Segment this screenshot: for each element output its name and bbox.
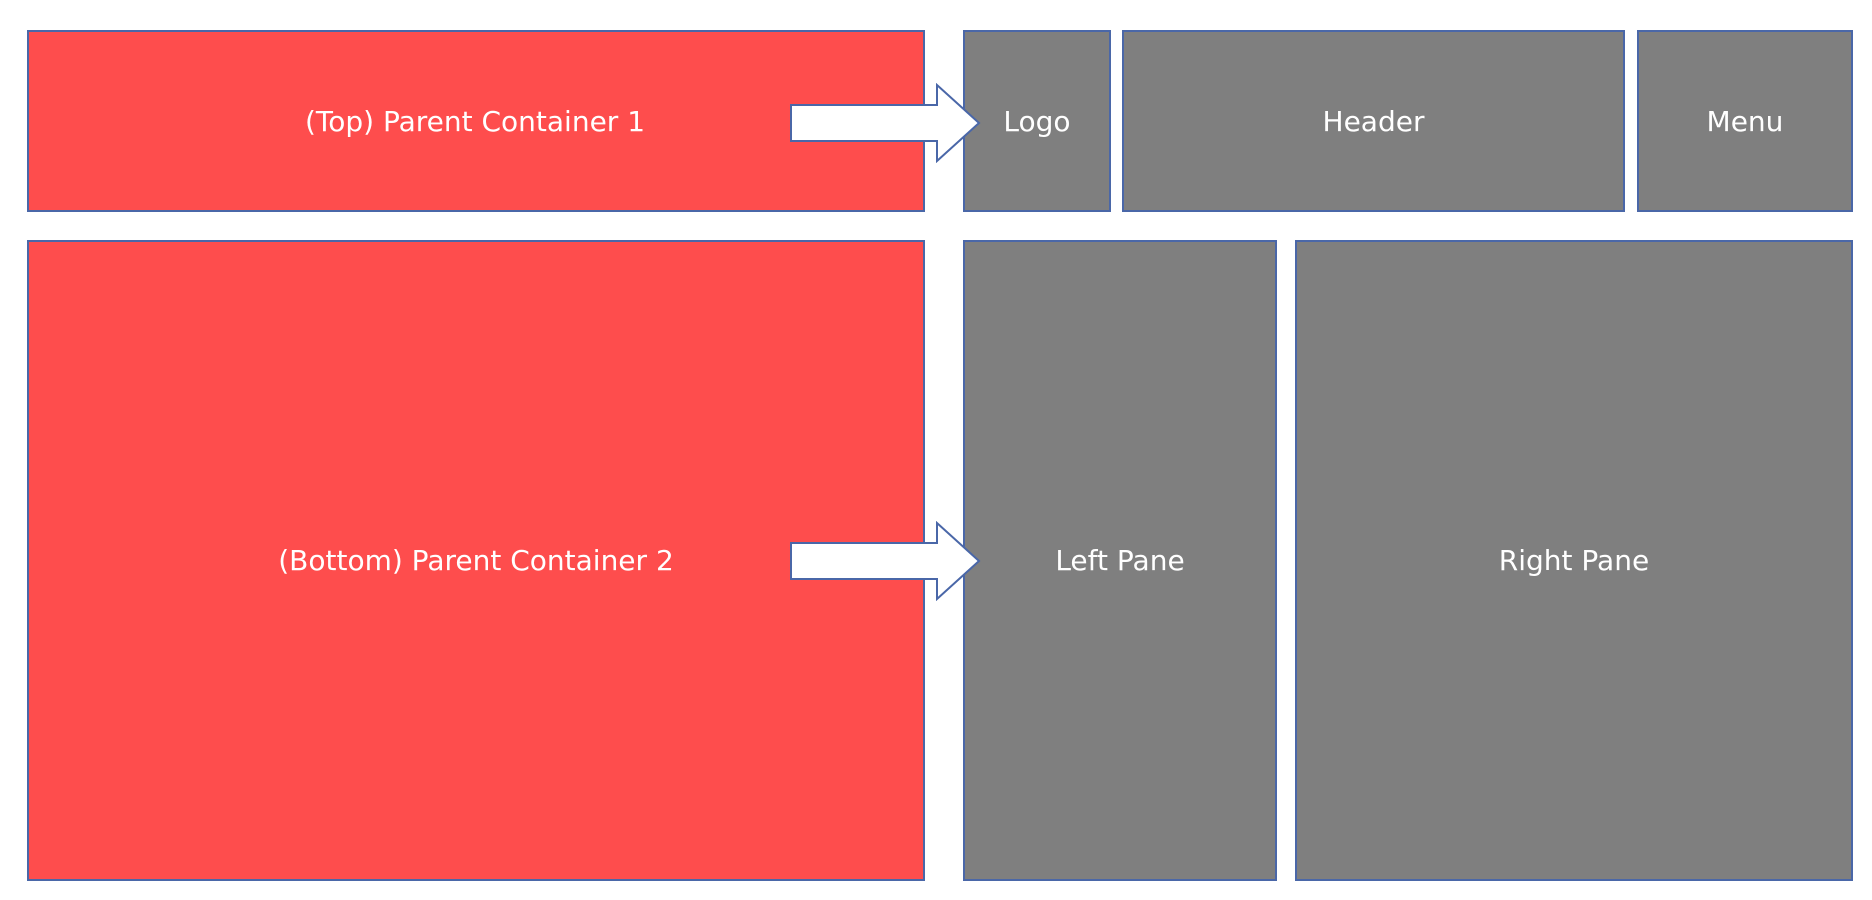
menu-label: Menu (1706, 104, 1784, 138)
top-parent-label: (Top) Parent Container 1 (304, 104, 646, 138)
top-right-arrow-icon (790, 83, 981, 163)
bottom-parent-label: (Bottom) Parent Container 2 (278, 544, 674, 577)
right-pane-label: Right Pane (1498, 544, 1650, 577)
left-pane-box: Left Pane (963, 240, 1277, 881)
menu-box: Menu (1637, 30, 1853, 212)
bottom-right-arrow-icon (790, 521, 981, 601)
header-label: Header (1322, 104, 1425, 138)
header-box: Header (1122, 30, 1625, 212)
right-pane-box: Right Pane (1295, 240, 1853, 881)
left-pane-label: Left Pane (1055, 544, 1185, 577)
layout-diagram: (Top) Parent Container 1 (Bottom) Parent… (0, 0, 1872, 900)
logo-label: Logo (1003, 104, 1071, 138)
logo-box: Logo (963, 30, 1111, 212)
